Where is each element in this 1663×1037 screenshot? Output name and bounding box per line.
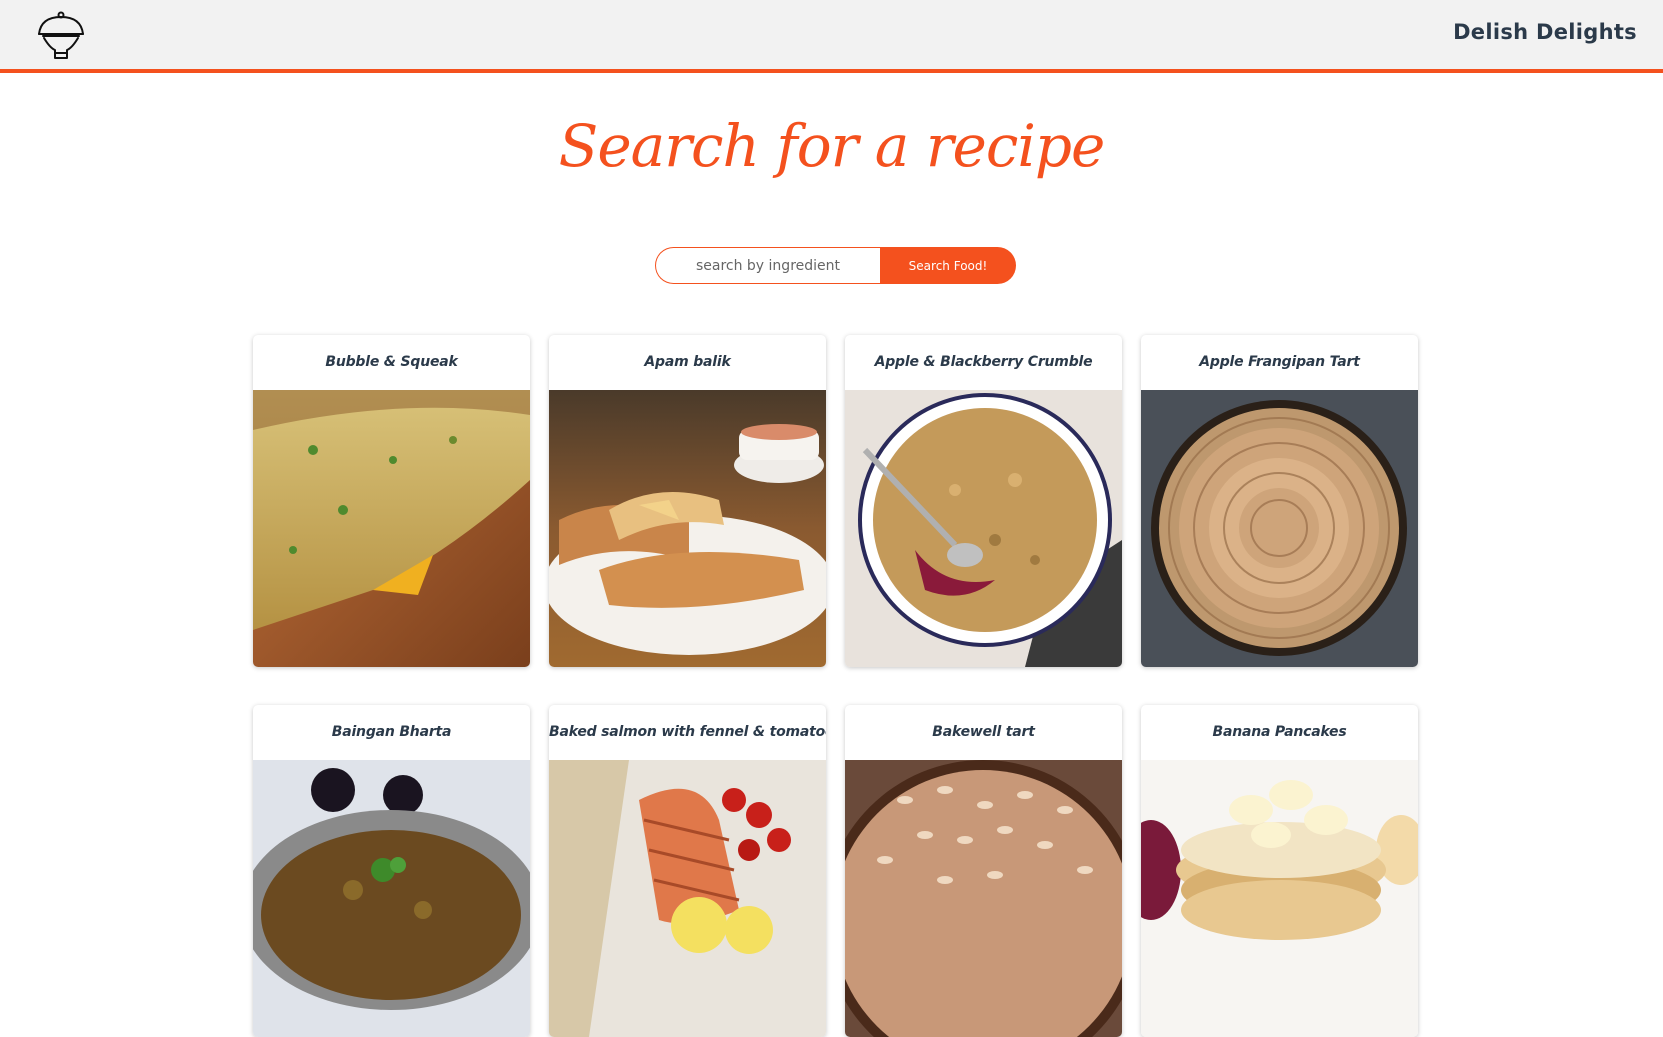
- recipe-title: Apam balik: [644, 354, 731, 370]
- recipe-title: Bubble & Squeak: [325, 354, 458, 370]
- search-button[interactable]: Search Food!: [880, 247, 1016, 284]
- search-form: Search Food!: [655, 247, 1016, 284]
- recipe-title: Banana Pancakes: [1212, 724, 1347, 740]
- recipe-image[interactable]: [549, 390, 826, 667]
- recipe-image[interactable]: [253, 760, 530, 1037]
- recipe-title: Baked salmon with fennel & tomatoes: [549, 724, 826, 740]
- recipe-title: Apple Frangipan Tart: [1199, 354, 1360, 370]
- recipe-image[interactable]: [253, 390, 530, 667]
- recipe-card[interactable]: Banana Pancakes: [1141, 705, 1418, 1037]
- recipe-card[interactable]: Baingan Bharta: [253, 705, 530, 1037]
- brand-title[interactable]: Delish Delights: [1453, 20, 1637, 44]
- page-title: Search for a recipe: [558, 112, 1106, 180]
- recipe-image[interactable]: [845, 390, 1122, 667]
- recipe-card[interactable]: Apple & Blackberry Crumble: [845, 335, 1122, 667]
- recipe-card[interactable]: Bubble & Squeak: [253, 335, 530, 667]
- recipe-image[interactable]: [1141, 390, 1418, 667]
- recipe-card[interactable]: Baked salmon with fennel & tomatoes: [549, 705, 826, 1037]
- recipe-image[interactable]: [549, 760, 826, 1037]
- recipe-card[interactable]: Apam balik: [549, 335, 826, 667]
- recipe-title: Baingan Bharta: [331, 724, 452, 740]
- cloche-icon[interactable]: [36, 10, 86, 62]
- recipe-title: Apple & Blackberry Crumble: [874, 354, 1093, 370]
- recipe-card[interactable]: Apple Frangipan Tart: [1141, 335, 1418, 667]
- recipe-image[interactable]: [1141, 760, 1418, 1037]
- search-input[interactable]: [655, 247, 880, 284]
- site-header: Delish Delights: [0, 0, 1663, 73]
- recipe-card[interactable]: Bakewell tart: [845, 705, 1122, 1037]
- recipe-image[interactable]: [845, 760, 1122, 1037]
- recipe-title: Bakewell tart: [932, 724, 1035, 740]
